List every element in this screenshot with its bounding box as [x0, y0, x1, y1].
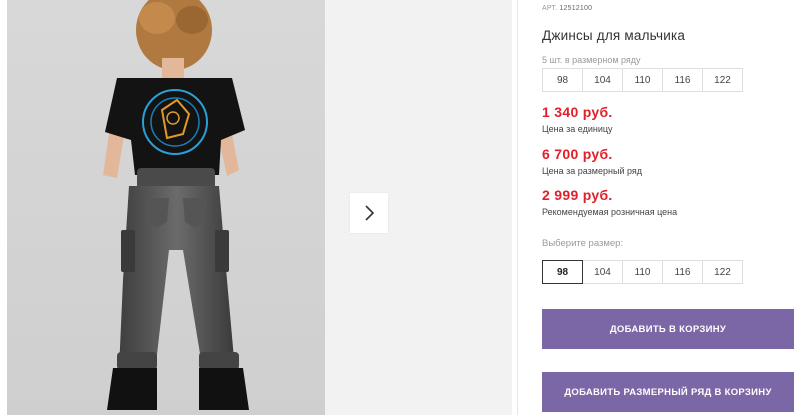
- size-set-item: 104: [582, 68, 623, 92]
- article-label: АРТ.: [542, 5, 558, 12]
- size-picker: 98 104 110 116 122: [542, 260, 743, 284]
- size-picker-label: Выберите размер:: [542, 238, 624, 249]
- add-to-cart-button[interactable]: ДОБАВИТЬ В КОРЗИНУ: [542, 309, 794, 349]
- column-divider: [517, 0, 518, 415]
- size-set-item: 98: [542, 68, 583, 92]
- size-set-list: 98 104 110 116 122: [542, 68, 743, 92]
- chevron-right-icon: [365, 205, 375, 221]
- size-option-110[interactable]: 110: [622, 260, 663, 284]
- size-set-item: 122: [702, 68, 743, 92]
- product-photo[interactable]: [7, 0, 325, 415]
- size-set-hint: 5 шт. в размерном ряду: [542, 55, 641, 65]
- product-gallery: [0, 0, 512, 415]
- product-title: Джинсы для мальчика: [542, 28, 686, 43]
- retail-price: 2 999 руб.: [542, 187, 613, 203]
- article-number: АРТ. 12512100: [542, 5, 592, 12]
- size-option-122[interactable]: 122: [702, 260, 743, 284]
- size-option-116[interactable]: 116: [662, 260, 703, 284]
- retail-price-label: Рекомендуемая розничная цена: [542, 207, 678, 217]
- size-set-price-label: Цена за размерный ряд: [542, 166, 643, 176]
- unit-price: 1 340 руб.: [542, 104, 613, 120]
- size-option-98[interactable]: 98: [542, 260, 583, 284]
- boy-wearing-jeans-image: [103, 0, 249, 410]
- unit-price-label: Цена за единицу: [542, 124, 613, 134]
- gallery-next-button[interactable]: [350, 193, 388, 233]
- add-size-set-to-cart-button[interactable]: ДОБАВИТЬ РАЗМЕРНЫЙ РЯД В КОРЗИНУ: [542, 372, 794, 412]
- size-set-item: 116: [662, 68, 703, 92]
- size-option-104[interactable]: 104: [582, 260, 623, 284]
- size-set-item: 110: [622, 68, 663, 92]
- article-value: 12512100: [559, 5, 593, 12]
- size-set-price: 6 700 руб.: [542, 146, 613, 162]
